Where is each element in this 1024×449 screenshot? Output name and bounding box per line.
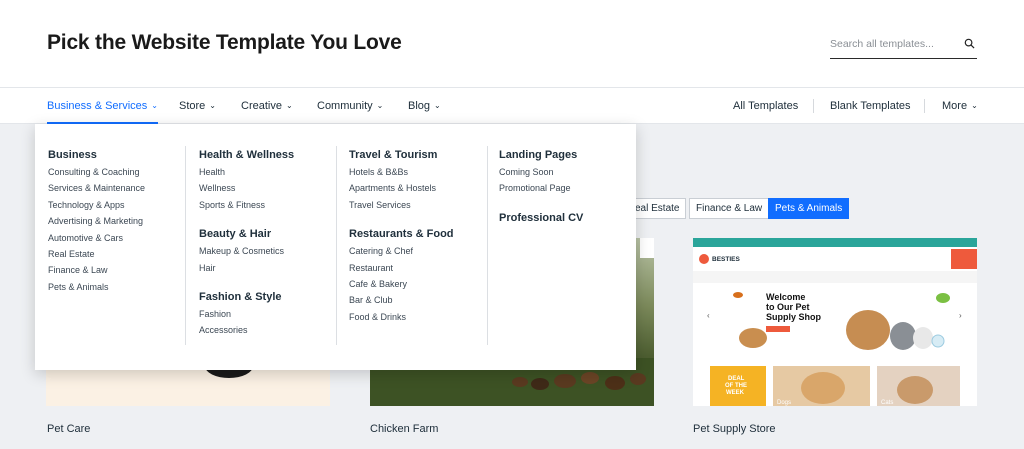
dropdown-group-title[interactable]: Fashion & Style — [199, 288, 349, 306]
nav-divider — [924, 99, 925, 113]
dropdown-group-title[interactable]: Landing Pages — [499, 146, 649, 164]
dropdown-link[interactable]: Sports & Fitness — [199, 197, 349, 213]
chevron-left-icon: ‹ — [707, 311, 710, 320]
dropdown-column: Landing Pages Coming Soon Promotional Pa… — [499, 146, 649, 227]
dropdown-link[interactable]: Real Estate — [48, 246, 198, 262]
dropdown-column: Health & Wellness Health Wellness Sports… — [199, 146, 349, 339]
nav-label: Blog — [408, 100, 431, 112]
dropdown-divider — [487, 146, 488, 345]
dropdown-link[interactable]: Finance & Law — [48, 262, 198, 278]
nav-label: Community — [317, 100, 373, 112]
chevron-right-icon: › — [959, 311, 962, 320]
supply-brand: BESTIES — [712, 256, 740, 263]
dropdown-link[interactable]: Pets & Animals — [48, 279, 198, 295]
template-card-title[interactable]: Pet Supply Store — [693, 423, 776, 435]
dropdown-link[interactable]: Catering & Chef — [349, 243, 499, 259]
dropdown-link[interactable]: Advertising & Marketing — [48, 213, 198, 229]
chip-label: Pets & Animals — [775, 203, 843, 214]
nav-community[interactable]: Community ⌄ — [317, 88, 383, 124]
page-header: Pick the Website Template You Love — [0, 0, 1024, 88]
chevron-down-icon: ⌄ — [971, 101, 978, 110]
dropdown-column: Business Consulting & Coaching Services … — [48, 146, 198, 295]
search-icon[interactable] — [964, 38, 975, 49]
dropdown-link[interactable]: Consulting & Coaching — [48, 164, 198, 180]
supply-deal-line: WEEK — [726, 390, 745, 396]
chevron-down-icon: ⌄ — [434, 101, 441, 110]
dropdown-divider — [336, 146, 337, 345]
supply-tile-label: Dogs — [777, 400, 791, 406]
filter-chip-pets-animals[interactable]: Pets & Animals — [768, 198, 850, 219]
nav-creative[interactable]: Creative ⌄ — [241, 88, 293, 124]
template-card-title[interactable]: Pet Care — [47, 423, 90, 435]
supply-hero-line: Supply Shop — [766, 312, 822, 322]
chevron-down-icon: ⌄ — [285, 101, 293, 110]
dropdown-group-title[interactable]: Health & Wellness — [199, 146, 349, 164]
chevron-down-icon: ⌄ — [376, 101, 384, 110]
dropdown-link[interactable]: Automotive & Cars — [48, 230, 198, 246]
filter-chip-finance-law[interactable]: Finance & Law — [689, 198, 770, 219]
nav-label: Creative — [241, 100, 282, 112]
dropdown-group-title[interactable]: Beauty & Hair — [199, 225, 349, 243]
dropdown-link[interactable]: Makeup & Cosmetics — [199, 243, 349, 259]
dropdown-link[interactable]: Coming Soon — [499, 164, 649, 180]
nav-all-templates[interactable]: All Templates — [733, 88, 798, 124]
dropdown-link[interactable]: Restaurant — [349, 260, 499, 276]
page-title: Pick the Website Template You Love — [47, 31, 402, 54]
dropdown-link[interactable]: Accessories — [199, 322, 349, 338]
dropdown-link[interactable]: Health — [199, 164, 349, 180]
nav-divider — [813, 99, 814, 113]
search-box[interactable] — [830, 32, 977, 59]
dropdown-column: Travel & Tourism Hotels & B&Bs Apartment… — [349, 146, 499, 325]
chevron-down-icon: ⌄ — [209, 101, 216, 110]
dropdown-link[interactable]: Hotels & B&Bs — [349, 164, 499, 180]
pet-supply-preview-image: BESTIES Welcome to Our Pet Supply Shop ‹… — [693, 238, 977, 406]
nav-blank-templates[interactable]: Blank Templates — [830, 88, 911, 124]
dropdown-link[interactable]: Bar & Club — [349, 292, 499, 308]
supply-hero-line: Welcome — [766, 292, 805, 302]
nav-label: All Templates — [733, 100, 799, 112]
nav-business-services[interactable]: Business & Services ⌄ — [47, 88, 158, 124]
nav-label: Business & Services — [47, 100, 148, 112]
supply-deal-line: DEAL — [728, 376, 745, 382]
dropdown-link[interactable]: Food & Drinks — [349, 309, 499, 325]
dropdown-link[interactable]: Services & Maintenance — [48, 180, 198, 196]
category-nav: Business & Services ⌄ Store ⌄ Creative ⌄ Co… — [0, 88, 1024, 124]
dropdown-group-title[interactable]: Business — [48, 146, 198, 164]
nav-blog[interactable]: Blog ⌄ — [408, 88, 441, 124]
template-card-title[interactable]: Chicken Farm — [370, 423, 438, 435]
dropdown-link[interactable]: Promotional Page — [499, 180, 649, 196]
dropdown-link[interactable]: Wellness — [199, 180, 349, 196]
nav-store[interactable]: Store ⌄ — [179, 88, 216, 124]
template-card-pet-supply-store[interactable]: BESTIES Welcome to Our Pet Supply Shop ‹… — [693, 238, 977, 406]
nav-more[interactable]: More ⌄ — [942, 88, 978, 124]
search-input[interactable] — [830, 32, 958, 56]
nav-label: Store — [179, 100, 206, 112]
dropdown-divider — [185, 146, 186, 345]
supply-deal-line: OF THE — [725, 383, 747, 389]
nav-label: Blank Templates — [830, 100, 911, 112]
dropdown-link[interactable]: Technology & Apps — [48, 197, 198, 213]
dropdown-link[interactable]: Fashion — [199, 306, 349, 322]
supply-hero-line: to Our Pet — [766, 302, 810, 312]
dropdown-link[interactable]: Apartments & Hostels — [349, 180, 499, 196]
supply-tile-label: Cats — [881, 400, 893, 406]
dropdown-link[interactable]: Cafe & Bakery — [349, 276, 499, 292]
chevron-down-icon: ⌄ — [151, 101, 158, 110]
chip-label: Finance & Law — [696, 203, 763, 214]
business-services-dropdown: Business Consulting & Coaching Services … — [35, 124, 636, 370]
dropdown-link[interactable]: Hair — [199, 260, 349, 276]
dropdown-group-title[interactable]: Travel & Tourism — [349, 146, 499, 164]
dropdown-group-title[interactable]: Professional CV — [499, 209, 649, 227]
dropdown-group-title[interactable]: Restaurants & Food — [349, 225, 499, 243]
nav-label: More — [942, 100, 968, 112]
dropdown-link[interactable]: Travel Services — [349, 197, 499, 213]
